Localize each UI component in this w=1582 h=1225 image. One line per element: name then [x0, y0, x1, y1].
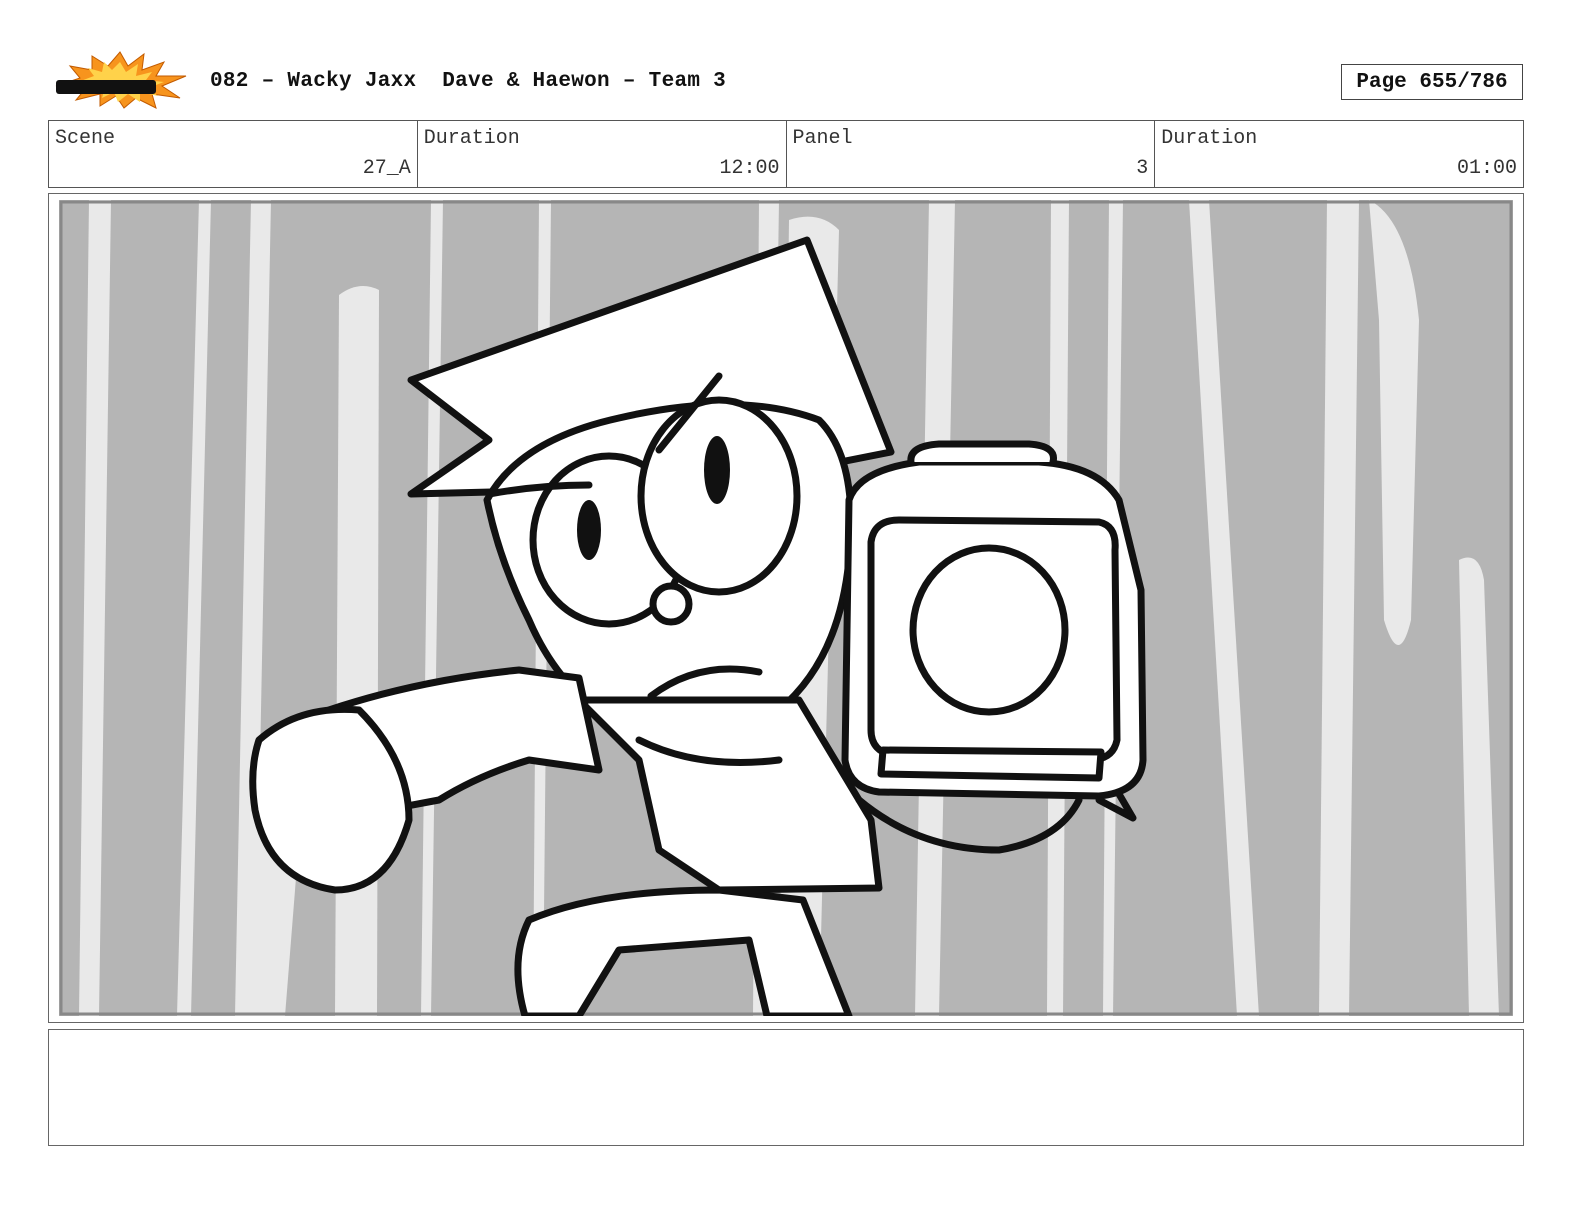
panel-label: Panel: [792, 127, 853, 150]
scene-cell: Scene 27_A: [49, 121, 418, 187]
scene-info-table: Scene 27_A Duration 12:00 Panel 3 Durati…: [48, 120, 1524, 188]
scene-duration-cell: Duration 12:00: [418, 121, 787, 187]
panel-duration-cell: Duration 01:00: [1155, 121, 1523, 187]
panel-cell: Panel 3: [787, 121, 1156, 187]
duration-label: Duration: [423, 127, 520, 150]
scene-value: 27_A: [362, 157, 411, 180]
panel-duration-label: Duration: [1161, 127, 1258, 150]
duration-value: 12:00: [719, 157, 780, 180]
panel-notes-box: [48, 1029, 1524, 1146]
panel-value: 3: [1136, 157, 1149, 180]
storyboard-panel: [48, 193, 1524, 1023]
scene-label: Scene: [55, 127, 116, 150]
page-indicator: Page 655/786: [1341, 64, 1523, 100]
panel-drawing: [59, 200, 1513, 1016]
panel-duration-value: 01:00: [1456, 157, 1517, 180]
storyboard-title: 082 – Wacky Jaxx Dave & Haewon – Team 3: [210, 70, 727, 93]
toon-boom-logo: [52, 50, 188, 110]
